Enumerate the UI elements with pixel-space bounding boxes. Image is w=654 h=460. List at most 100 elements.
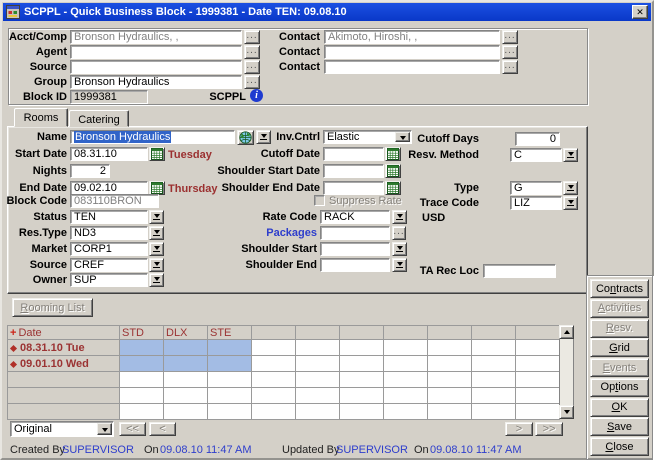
acct-comp-lookup-button[interactable]: ... [244, 30, 260, 44]
grid-cell[interactable] [472, 340, 516, 356]
contact1-input[interactable]: Akimoto, Hiroshi, , [324, 30, 500, 44]
grid-cell[interactable] [296, 388, 340, 404]
grid-cell[interactable] [340, 340, 384, 356]
resv-method-input[interactable]: C [510, 148, 562, 162]
grid-cell[interactable] [208, 356, 252, 372]
rooming-list-button[interactable]: Rooming List [12, 298, 93, 317]
grid-cell[interactable] [340, 404, 384, 420]
rooms-source-lov-button[interactable] [149, 258, 164, 272]
cutoff-date-input[interactable] [323, 147, 384, 161]
name-input[interactable]: Bronson Hydraulics [70, 130, 235, 144]
res-type-lov-button[interactable] [149, 226, 164, 240]
suppress-rate-checkbox[interactable] [314, 195, 325, 206]
agent-input[interactable] [70, 45, 242, 59]
rooms-source-input[interactable]: CREF [70, 258, 148, 272]
title-bar[interactable]: SCPPL - Quick Business Block - 1999381 -… [3, 3, 651, 21]
grid-cell[interactable] [428, 388, 472, 404]
packages-lookup-button[interactable]: ... [392, 226, 406, 240]
market-input[interactable]: CORP1 [70, 242, 148, 256]
shoulder-start-lov-button[interactable] [392, 242, 407, 256]
grid-cell[interactable] [340, 372, 384, 388]
close-icon[interactable]: ✕ [632, 5, 648, 19]
group-input[interactable]: Bronson Hydraulics [70, 75, 242, 89]
grid-cell[interactable] [472, 372, 516, 388]
side-button-close[interactable]: Close [590, 437, 649, 456]
grid-cell[interactable] [516, 340, 560, 356]
grid-cell[interactable] [164, 388, 208, 404]
grid-cell[interactable] [516, 404, 560, 420]
prev-page-button[interactable]: < [149, 422, 176, 436]
grid-cell[interactable] [296, 356, 340, 372]
grid-cell[interactable] [428, 404, 472, 420]
scrollbar-track[interactable] [559, 339, 574, 405]
owner-input[interactable]: SUP [70, 273, 148, 287]
res-type-input[interactable]: ND3 [70, 226, 148, 240]
tab-rooms[interactable]: Rooms [14, 108, 68, 127]
grid-cell[interactable] [296, 340, 340, 356]
grid-cell[interactable] [164, 404, 208, 420]
grid-view-select[interactable]: Original [10, 421, 114, 437]
grid-cell[interactable] [252, 372, 296, 388]
grid-cell[interactable] [516, 388, 560, 404]
contact1-lookup-button[interactable]: ... [502, 30, 518, 44]
shoulder-start-date-calendar-button[interactable] [385, 164, 401, 178]
grid-row-date[interactable]: 08.31.10 Tue [8, 340, 120, 356]
type-lov-button[interactable] [563, 181, 578, 195]
grid-cell[interactable] [384, 372, 428, 388]
grid-cell[interactable] [428, 372, 472, 388]
end-date-calendar-button[interactable] [149, 181, 165, 195]
grid-cell[interactable] [384, 404, 428, 420]
trace-code-lov-button[interactable] [563, 196, 578, 210]
grid-cell[interactable] [208, 340, 252, 356]
scroll-down-icon[interactable] [559, 405, 574, 419]
grid-cell[interactable] [252, 404, 296, 420]
source-input[interactable] [70, 60, 242, 74]
shoulder-end-date-input[interactable] [323, 181, 384, 195]
acct-comp-input[interactable]: Bronson Hydraulics, , [70, 30, 242, 44]
first-page-button[interactable]: << [119, 422, 146, 436]
side-button-activities[interactable]: Activities [590, 299, 649, 318]
grid-cell[interactable] [428, 340, 472, 356]
scroll-up-icon[interactable] [559, 325, 574, 339]
grid-row-date[interactable] [8, 372, 120, 388]
grid-cell[interactable] [516, 372, 560, 388]
contact2-lookup-button[interactable]: ... [502, 45, 518, 59]
grid-cell[interactable] [208, 404, 252, 420]
cutoff-days-input[interactable]: 0 [515, 132, 560, 146]
grid-scrollbar[interactable] [559, 325, 574, 419]
group-lookup-button[interactable]: ... [244, 75, 260, 89]
ta-rec-loc-input[interactable] [483, 264, 556, 278]
grid-cell[interactable] [384, 388, 428, 404]
start-date-calendar-button[interactable] [149, 147, 165, 161]
grid-cell[interactable] [252, 356, 296, 372]
grid-cell[interactable] [120, 372, 164, 388]
info-icon[interactable]: i [250, 89, 263, 102]
grid-cell[interactable] [164, 356, 208, 372]
next-page-button[interactable]: > [505, 422, 533, 436]
packages-link[interactable]: Packages [212, 227, 317, 240]
contact3-lookup-button[interactable]: ... [502, 60, 518, 74]
grid-cell[interactable] [252, 388, 296, 404]
last-page-button[interactable]: >> [535, 422, 563, 436]
shoulder-start-date-input[interactable] [323, 164, 384, 178]
shoulder-end-input[interactable] [320, 258, 390, 272]
side-button-contracts[interactable]: Contracts [590, 279, 649, 298]
rate-code-lov-button[interactable] [392, 210, 407, 224]
grid-cell[interactable] [428, 356, 472, 372]
grid-cell[interactable] [208, 372, 252, 388]
grid-cell[interactable] [472, 388, 516, 404]
grid-cell[interactable] [384, 340, 428, 356]
market-lov-button[interactable] [149, 242, 164, 256]
side-button-ok[interactable]: OK [590, 398, 649, 417]
nights-input[interactable]: 2 [70, 164, 110, 178]
type-input[interactable]: G [510, 181, 562, 195]
side-button-events[interactable]: Events [590, 358, 649, 377]
owner-lov-button[interactable] [149, 273, 164, 287]
status-input[interactable]: TEN [70, 210, 148, 224]
grid-cell[interactable] [120, 340, 164, 356]
side-button-grid[interactable]: Grid [590, 338, 649, 357]
chevron-down-icon[interactable] [97, 423, 112, 435]
side-button-save[interactable]: Save [590, 417, 649, 436]
grid-cell[interactable] [296, 404, 340, 420]
status-lov-button[interactable] [149, 210, 164, 224]
